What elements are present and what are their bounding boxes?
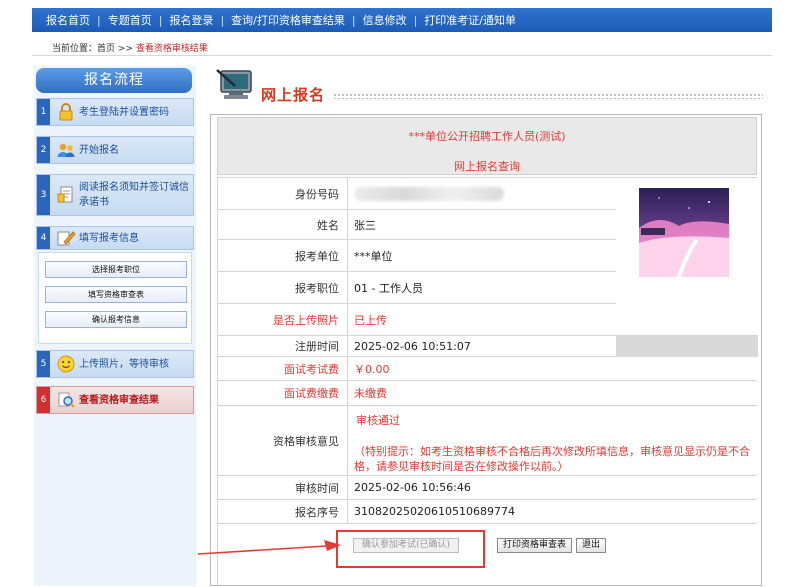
fee-paid-label: 面试费缴费 [218,381,348,406]
step-label: 开始报名 [79,144,119,156]
reg-time-label: 注册时间 [218,336,348,357]
banner-org-title: ***单位公开招聘工作人员(测试) [408,130,566,143]
step-number: 1 [37,99,50,125]
breadcrumb: 当前位置：首页 >> 查看资格审核结果 [52,41,208,54]
post-value: 01 - 工作人员 [348,272,616,304]
sidebar-title: 报名流程 [36,68,192,93]
section-title: 网上报名 [261,86,326,104]
unit-label: 报考单位 [218,240,348,272]
applicant-photo [639,188,729,277]
nav-topic-home[interactable]: 专题首页 [108,12,152,28]
reg-time-value: 2025-02-06 10:51:07 [348,336,616,357]
smiley-icon [57,355,75,373]
red-arrow-icon [198,540,341,555]
post-label: 报考职位 [218,272,348,304]
step-4-submenu: 选择报考职位 填写资格审查表 确认报考信息 [38,252,192,344]
nav-separator: | [97,13,101,27]
main-panel: 网上报名 ***单位公开招聘工作人员(测试) 网上报名查询 身份号码 姓名 张三… [205,66,771,586]
title-dotted-rule [333,93,763,99]
step-label: 阅读报名须知并签订诚信承诺书 [79,182,189,208]
step-number: 6 [37,387,50,413]
sidebar-step-1[interactable]: 1 考生登陆并设置密码 [36,98,194,126]
breadcrumb-current: 查看资格审核结果 [135,44,208,54]
result-banner: ***单位公开招聘工作人员(测试) 网上报名查询 [217,117,757,175]
page: 报名首页 | 专题首页 | 报名登录 | 查询/打印资格审查结果 | 信息修改 … [0,0,800,587]
photo-uploaded-value: 已上传 [348,304,616,336]
unit-value: ***单位 [348,240,616,272]
info-table: 身份号码 姓名 张三 报考单位 ***单位 报考职位 01 - 工作人员 是否上… [217,177,758,585]
breadcrumb-sep: >> [117,44,133,54]
audit-time-label: 审核时间 [218,476,348,500]
audit-special-note: （特别提示：如考生资格审核不合格后再次修改所填信息，审核意见显示仍是不合格，请参… [354,445,750,473]
magnifier-icon [58,392,75,408]
lock-icon [59,103,73,121]
nav-separator: | [158,13,163,27]
nav-edit-info[interactable]: 信息修改 [363,12,407,28]
exit-button[interactable]: 退出 [576,538,606,553]
id-value [348,178,616,210]
exam-fee-value: ￥0.00 [348,357,757,381]
nav-separator: | [413,13,418,27]
select-post-button[interactable]: 选择报考职位 [45,261,187,278]
nav-login[interactable]: 报名登录 [169,12,213,28]
sidebar-step-2[interactable]: 2 开始报名 [36,136,194,164]
step-label: 查看资格审查结果 [79,394,159,406]
serial-label: 报名序号 [218,500,348,524]
computer-icon [216,69,252,99]
divider [32,55,772,56]
sidebar-step-4[interactable]: 4 填写报考信息 [36,226,194,250]
step-label: 上传照片，等待审核 [79,358,169,370]
step-number: 5 [37,351,50,377]
photo-uploaded-label: 是否上传照片 [218,304,348,336]
section-header: 网上报名 [215,68,767,106]
step-number: 2 [37,137,50,163]
nav-home[interactable]: 报名首页 [46,12,90,28]
sidebar-step-6[interactable]: 6 查看资格审查结果 [36,386,194,414]
serial-value: 310820250206105106897​74 [348,500,757,524]
step-number: 4 [37,227,50,249]
fill-review-form-button[interactable]: 填写资格审查表 [45,286,187,303]
nav-separator: | [351,13,356,27]
confirm-info-button[interactable]: 确认报考信息 [45,311,187,328]
document-icon [57,186,73,203]
sidebar-step-5[interactable]: 5 上传照片，等待审核 [36,350,194,378]
sidebar: 报名流程 1 考生登陆并设置密码 2 开始报名 3 阅读报名须知并签订诚信承诺书… [34,66,196,586]
id-label: 身份号码 [218,178,348,210]
highlight-box [336,530,485,568]
audit-result: 审核通过 [356,414,400,427]
step-label: 考生登陆并设置密码 [79,106,169,118]
print-review-form-button[interactable]: 打印资格审查表 [497,538,572,553]
users-icon [57,143,75,157]
exam-fee-label: 面试考试费 [218,357,348,381]
nav-query-print-result[interactable]: 查询/打印资格审查结果 [231,12,345,28]
photo-cell [616,178,758,336]
pencil-icon [57,231,76,246]
breadcrumb-prefix: 当前位置： [52,44,98,54]
nav-print-admission[interactable]: 打印准考证/通知单 [424,12,516,28]
step-label: 填写报考信息 [79,232,139,244]
audit-time-value: 2025-02-06 10:56:46 [348,476,757,500]
sidebar-step-3[interactable]: 3 阅读报名须知并签订诚信承诺书 [36,174,194,216]
breadcrumb-home[interactable]: 首页 [97,44,115,54]
grey-cell [616,336,758,357]
audit-opinion-label: 资格审核意见 [218,406,348,476]
fee-paid-value: 未缴费 [348,381,757,406]
step-number: 3 [37,175,50,215]
name-value: 张三 [348,210,616,240]
nav-separator: | [220,13,225,27]
query-result-frame: ***单位公开招聘工作人员(测试) 网上报名查询 身份号码 姓名 张三 报考单位… [210,114,762,586]
top-nav: 报名首页 | 专题首页 | 报名登录 | 查询/打印资格审查结果 | 信息修改 … [32,8,772,32]
redacted-id-blur [354,186,504,201]
name-label: 姓名 [218,210,348,240]
banner-subtitle: 网上报名查询 [454,160,520,173]
audit-opinion-value: 审核通过 （特别提示：如考生资格审核不合格后再次修改所填信息，审核意见显示仍是不… [348,406,757,476]
